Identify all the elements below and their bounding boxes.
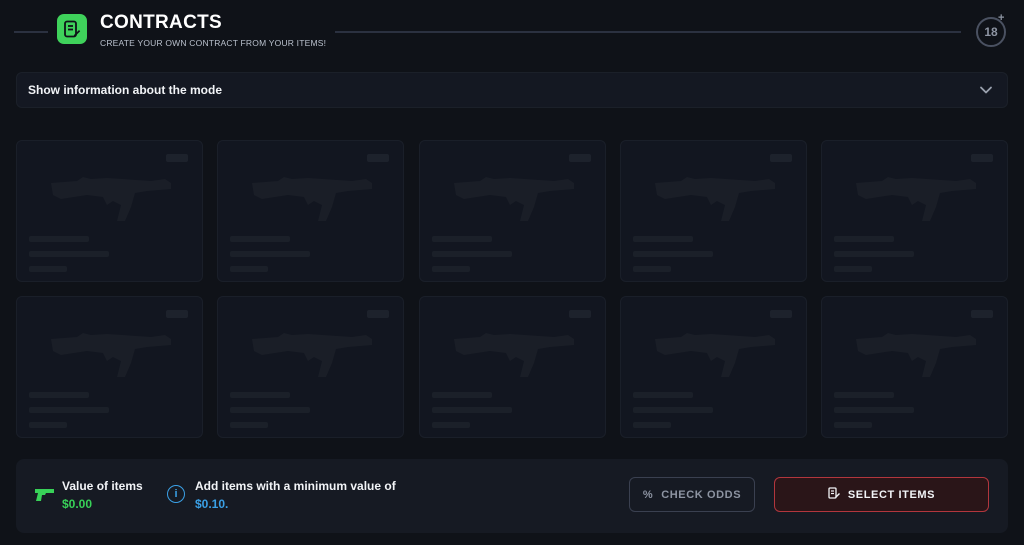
rifle-icon [852,325,982,390]
slot-badge-placeholder [769,310,792,318]
slot-badge-placeholder [971,154,993,162]
age-plus-sign: + [998,12,1005,24]
text-placeholder [29,392,89,398]
text-placeholder [632,392,693,398]
page-title: CONTRACTS [100,12,222,33]
pistol-icon [34,487,56,508]
text-placeholder [834,236,894,242]
select-items-button[interactable]: SELECT ITEMS [774,477,989,512]
contract-slot[interactable] [217,140,405,282]
rifle-icon [651,169,781,234]
rifle-icon [651,325,781,390]
text-placeholder [834,266,872,272]
contract-slot[interactable] [418,296,606,438]
mode-info-label: Show information about the mode [28,83,222,97]
contract-slot-grid [16,140,1008,440]
minimum-value-amount: $0.10. [195,497,229,511]
text-placeholder [230,251,311,257]
text-placeholder [29,407,109,413]
contract-summary-bar: Value of items $0.00 i Add items with a … [16,459,1008,533]
text-placeholder [29,266,67,272]
slot-badge-placeholder [367,310,390,318]
edit-document-icon [828,487,840,502]
page-header: CONTRACTS CREATE YOUR OWN CONTRACT FROM … [0,0,1024,60]
info-icon: i [167,485,185,503]
contract-slot[interactable] [16,296,203,438]
contract-slot[interactable] [217,296,405,438]
rifle-icon [248,169,378,234]
text-placeholder [29,251,109,257]
contracts-icon [57,14,87,44]
chevron-down-icon[interactable] [979,83,993,102]
text-placeholder [431,251,512,257]
text-placeholder [230,422,269,428]
text-placeholder [431,407,512,413]
header-divider-right [335,31,961,33]
text-placeholder [431,392,492,398]
rifle-icon [248,325,378,390]
rifle-icon [450,169,580,234]
slot-badge-placeholder [568,310,591,318]
text-placeholder [29,422,67,428]
contract-slot[interactable] [821,296,1008,438]
info-icon-glyph: i [174,488,178,500]
text-placeholder [834,407,914,413]
text-placeholder [632,407,713,413]
text-placeholder [230,266,269,272]
text-placeholder [834,392,894,398]
page-subtitle: CREATE YOUR OWN CONTRACT FROM YOUR ITEMS… [100,38,327,48]
check-odds-button[interactable]: % CHECK ODDS [629,477,755,512]
text-placeholder [431,266,470,272]
check-odds-label: CHECK ODDS [661,488,742,501]
rifle-icon [47,169,177,234]
slot-badge-placeholder [166,310,188,318]
rifle-icon [47,325,177,390]
contract-slot[interactable] [619,296,807,438]
slot-badge-placeholder [769,154,792,162]
text-placeholder [632,236,693,242]
items-value-amount: $0.00 [62,497,93,511]
contract-slot[interactable] [619,140,807,282]
slot-badge-placeholder [166,154,188,162]
text-placeholder [29,236,89,242]
text-placeholder [431,236,492,242]
rifle-icon [852,169,982,234]
text-placeholder [834,251,914,257]
header-divider-left [14,31,48,33]
minimum-value-label: Add items with a minimum value of [195,479,396,493]
slot-badge-placeholder [568,154,591,162]
mode-info-toggle[interactable]: Show information about the mode [16,72,1008,108]
age-restriction-text: 18 [984,25,998,39]
slot-badge-placeholder [367,154,390,162]
contract-slot[interactable] [16,140,203,282]
text-placeholder [230,236,291,242]
select-items-label: SELECT ITEMS [847,488,936,501]
percent-icon: % [642,488,654,501]
text-placeholder [230,407,311,413]
text-placeholder [431,422,470,428]
text-placeholder [632,422,671,428]
contract-slot[interactable] [418,140,606,282]
text-placeholder [632,266,671,272]
slot-badge-placeholder [971,310,993,318]
rifle-icon [450,325,580,390]
text-placeholder [632,251,713,257]
items-value-label: Value of items [62,479,143,493]
text-placeholder [230,392,291,398]
contract-slot[interactable] [821,140,1008,282]
text-placeholder [834,422,872,428]
